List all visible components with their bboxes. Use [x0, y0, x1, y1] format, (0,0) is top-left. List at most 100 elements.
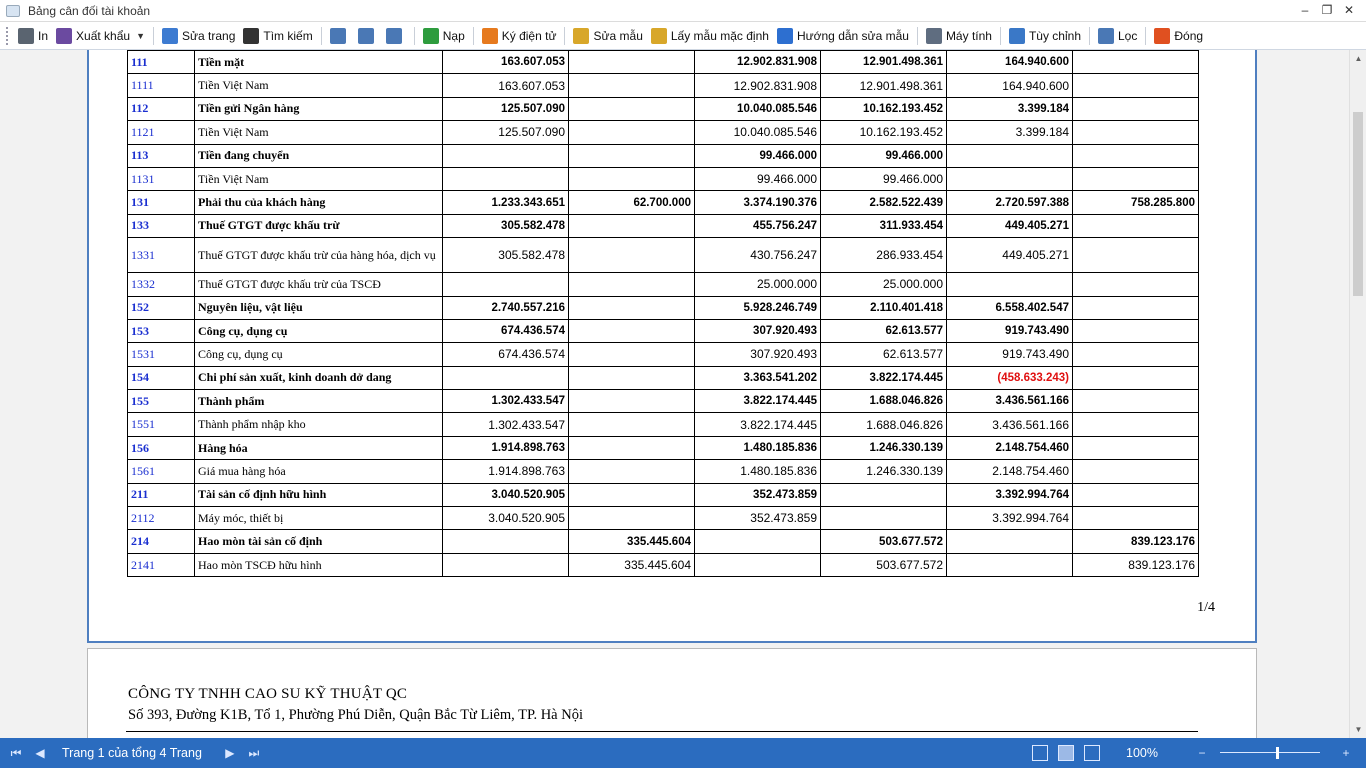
zoom-in-icon[interactable]: +	[1338, 746, 1354, 760]
amount-cell	[568, 50, 695, 75]
amount-cell	[568, 482, 695, 508]
toolbar-button-ruler-default[interactable]: Lấy mẫu mặc định	[647, 25, 773, 47]
vertical-scrollbar[interactable]: ▲ ▼	[1349, 50, 1366, 738]
app-icon	[6, 4, 20, 17]
account-code: 1332	[127, 272, 195, 297]
help-icon	[776, 27, 793, 44]
amount-cell: 1.914.898.763	[442, 459, 569, 484]
toolbar-button-calculator[interactable]: Máy tính	[922, 25, 996, 47]
amount-cell	[1072, 459, 1199, 484]
toolbar-button-signature[interactable]: Ký điện tử	[478, 25, 561, 47]
toolbar-button-filter[interactable]: Lọc	[1094, 25, 1141, 47]
amount-cell: 62.613.577	[820, 342, 947, 367]
amount-cell	[1072, 318, 1199, 344]
amount-cell: 10.040.085.546	[694, 96, 821, 122]
table-row: 1332 Thuế GTGT được khấu trừ của TSCĐ 25.0…	[127, 272, 1199, 297]
toolbar-separator	[916, 26, 918, 45]
restore-icon[interactable]: ❐	[1320, 3, 1334, 17]
amount-cell: 62.613.577	[820, 318, 947, 344]
amount-cell: 674.436.574	[442, 318, 569, 344]
amount-cell: 25.000.000	[694, 272, 821, 297]
account-code: 133	[127, 213, 195, 239]
account-code: 111	[127, 50, 195, 75]
toolbar-button-refresh[interactable]: Nạp	[419, 25, 469, 47]
amount-cell: 839.123.176	[1072, 529, 1199, 554]
scroll-up-icon[interactable]: ▲	[1350, 50, 1366, 67]
toolbar-button-help[interactable]: Hướng dẫn sửa mẫu	[773, 25, 913, 47]
account-name: Tiền đang chuyển	[194, 143, 443, 168]
toolbar-button-ruler[interactable]: Sửa mẫu	[569, 25, 646, 47]
zoom-slider-track	[1220, 752, 1320, 753]
table-row: 113 Tiền đang chuyển 99.466.000 99.466.000	[127, 143, 1199, 168]
account-name: Tiền gửi Ngân hàng	[194, 96, 443, 122]
amount-cell: 25.000.000	[820, 272, 947, 297]
account-code: 1561	[127, 459, 195, 484]
amount-cell: 3.399.184	[946, 96, 1073, 122]
amount-cell: 99.466.000	[694, 143, 821, 168]
scroll-down-icon[interactable]: ▼	[1350, 721, 1366, 738]
amount-cell	[1072, 213, 1199, 239]
continuous-view-icon[interactable]	[1058, 745, 1075, 761]
amount-cell: 1.914.898.763	[442, 435, 569, 461]
dropdown-arrow-icon[interactable]: ▼	[136, 31, 145, 41]
amount-cell: 352.473.859	[694, 482, 821, 508]
account-name: Tài sản cố định hữu hình	[194, 482, 443, 508]
minimize-icon[interactable]: –	[1298, 3, 1312, 17]
toolbar-button-edit-page[interactable]: Sửa trang	[158, 25, 239, 47]
prev-page-icon[interactable]: ◀	[32, 746, 48, 760]
view-2-icon	[357, 27, 374, 44]
amount-cell	[568, 96, 695, 122]
amount-cell	[1072, 435, 1199, 461]
toolbar-button-close[interactable]: Đóng	[1150, 25, 1207, 47]
toolbar-label: Tìm kiếm	[263, 28, 313, 43]
next-page-icon[interactable]: ▶	[222, 746, 238, 760]
toolbar-button-save[interactable]: Xuất khẩu ▼	[52, 25, 149, 47]
account-code: 211	[127, 482, 195, 508]
amount-cell: 3.392.994.764	[946, 506, 1073, 531]
zoom-slider-knob[interactable]	[1276, 747, 1279, 759]
first-page-icon[interactable]: ⏮	[8, 746, 24, 761]
table-row: 1131 Tiền Việt Nam 99.466.000 99.466.000	[127, 166, 1199, 192]
toolbar-button-printer[interactable]: In	[14, 25, 52, 47]
toolbar-button-binoculars[interactable]: Tìm kiếm	[239, 25, 316, 47]
amount-cell: 335.445.604	[568, 552, 695, 578]
zoom-out-icon[interactable]: −	[1194, 746, 1210, 760]
toolbar-label: In	[38, 28, 49, 43]
amount-cell: 163.607.053	[442, 73, 569, 98]
amount-cell	[946, 166, 1073, 192]
toolbar-button-customize[interactable]: Tùy chỉnh	[1005, 25, 1085, 47]
binoculars-icon	[243, 27, 260, 44]
toolbar-separator	[413, 26, 415, 45]
toolbar-button-view-2[interactable]	[354, 25, 382, 47]
account-code: 214	[127, 529, 195, 554]
last-page-icon[interactable]: ⏭	[246, 746, 262, 761]
amount-cell	[820, 482, 947, 508]
toolbar-separator	[1145, 26, 1147, 45]
single-page-view-icon[interactable]	[1032, 745, 1049, 761]
toolbar-label: Tùy chỉnh	[1028, 28, 1081, 43]
table-row: 211 Tài sản cố định hữu hình 3.040.520.905…	[127, 482, 1199, 508]
toolbar-label: Lọc	[1118, 28, 1138, 43]
amount-cell	[946, 272, 1073, 297]
close-window-icon[interactable]: ✕	[1342, 3, 1356, 17]
amount-cell	[946, 143, 1073, 168]
amount-cell: 1.480.185.836	[694, 459, 821, 484]
multi-page-view-icon[interactable]	[1084, 745, 1101, 761]
printer-icon	[18, 27, 34, 44]
account-code: 1551	[127, 412, 195, 437]
amount-cell	[442, 143, 569, 168]
amount-cell	[1072, 506, 1199, 531]
table-row: 2112 Máy móc, thiết bị 3.040.520.905 352.47…	[127, 506, 1199, 531]
scrollbar-thumb[interactable]	[1353, 112, 1363, 296]
toolbar-label: Hướng dẫn sửa mẫu	[796, 28, 909, 43]
table-row: 2141 Hao mòn TSCĐ hữu hình 335.445.604 503.…	[127, 552, 1199, 578]
account-code: 113	[127, 143, 195, 168]
amount-cell: 1.302.433.547	[442, 412, 569, 437]
table-row: 155 Thành phẩm 1.302.433.547 3.822.174.445 1…	[127, 389, 1199, 414]
toolbar-button-view-1[interactable]	[326, 25, 354, 47]
toolbar-button-view-3[interactable]	[382, 25, 410, 47]
report-viewer[interactable]: 111 Tiền mặt 163.607.053 12.902.831.908 12.9…	[0, 50, 1366, 738]
zoom-slider[interactable]	[1220, 747, 1320, 759]
account-name: Tiền Việt Nam	[194, 120, 443, 145]
amount-cell: 3.436.561.166	[946, 412, 1073, 437]
